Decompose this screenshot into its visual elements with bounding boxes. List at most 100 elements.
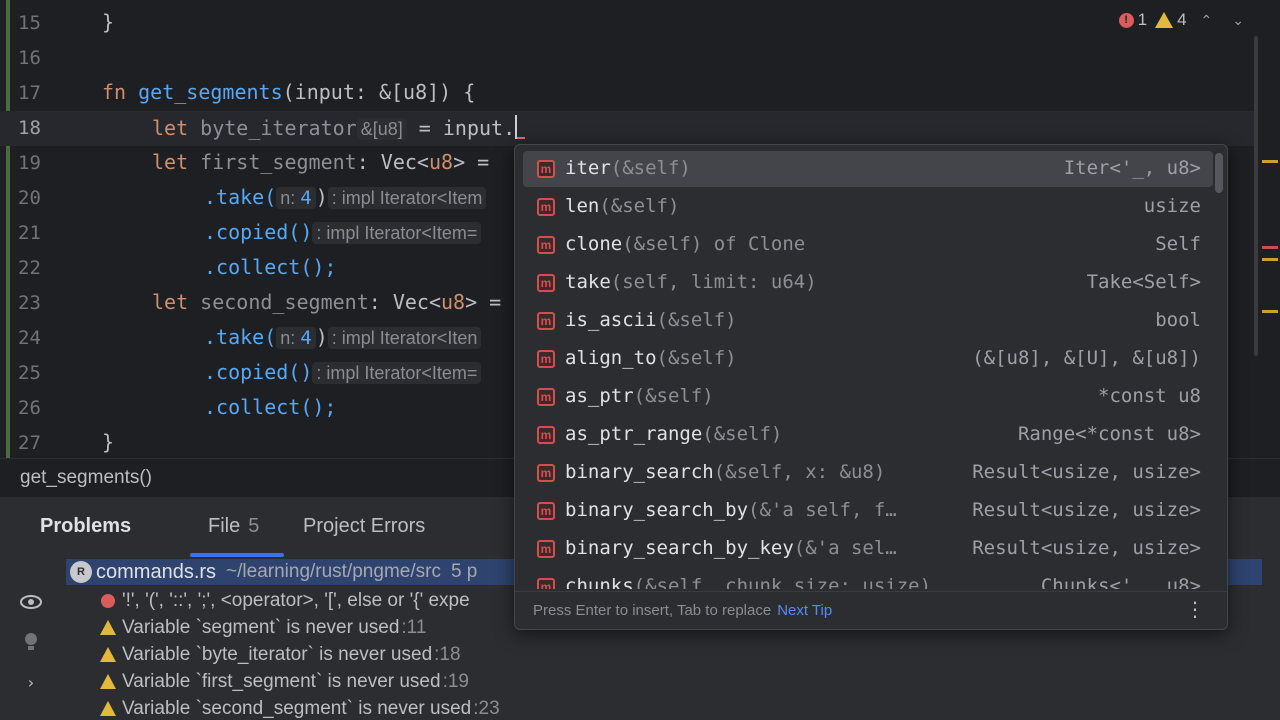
method-icon: m [537,426,555,444]
chevron-up-icon[interactable]: ⌃ [1195,12,1219,29]
problem-text: Variable `second_segment` is never used [122,697,472,719]
keyword: let [152,290,189,314]
breadcrumb-item[interactable]: get_segments() [20,467,152,489]
code-line[interactable]: 15 } [0,6,1254,41]
inspection-widget[interactable]: ! 1 4 ⌃ ⌄ [1118,8,1250,32]
completion-item[interactable]: m take(self, limit: u64) Take<Self> [523,265,1213,301]
completion-item[interactable]: m binary_search_by_key(&'a sel… Result<u… [523,531,1213,567]
problem-text: '!', '(', '::', ';', <operator>, '[', el… [122,589,470,611]
file-path: ~/learning/rust/pngme/src [226,561,441,582]
warning-stripe-mark[interactable] [1262,258,1278,261]
code-line-active[interactable]: 18 let byte_iterator &[u8] = input. [0,111,1254,146]
function-params: (input: &[u8]) { [282,80,476,104]
completion-popup[interactable]: m iter(&self) Iter<'_, u8> m len(&self) … [514,144,1228,630]
code-rest: : Vec< [356,150,429,174]
code-text: let second_segment: Vec<u8> = [152,290,501,314]
line-number: 17 [18,82,41,104]
lightbulb-icon[interactable] [18,629,44,655]
type-name: u8 [428,150,454,174]
problem-row-warning[interactable]: Variable `segment` is never used:11 [98,614,426,641]
problem-location: :11 [401,616,427,638]
error-icon [101,593,115,608]
method-icon: m [537,350,555,368]
problem-count: 5 p [450,561,478,582]
return-type: Result<usize, usize> [972,537,1201,559]
editor-scrollbar[interactable] [1254,36,1258,356]
error-stripe-mark[interactable] [1262,246,1278,249]
completion-item[interactable]: m clone(&self) of Clone Self [523,227,1213,263]
more-options-icon[interactable]: ⋮ [1185,598,1205,620]
warning-icon [100,620,116,635]
function-name: get_segments [138,80,283,104]
completion-scrollbar[interactable] [1215,153,1223,193]
return-type: Take<Self> [1086,271,1201,293]
completion-item[interactable]: m align_to(&self) (&[u8], &[U], &[u8]) [523,341,1213,377]
active-tab-indicator [190,553,284,557]
method-icon: m [537,312,555,330]
completion-item[interactable]: m len(&self) usize [523,189,1213,225]
footer-tip-text: Press Enter to insert, Tab to replace [533,602,772,619]
eye-icon[interactable] [18,589,44,615]
keyword: fn [102,80,127,104]
line-number: 20 [18,187,41,209]
variable-name: second_segment [200,290,369,314]
method-icon: m [537,160,555,178]
completion-item[interactable]: m binary_search(&self, x: &u8) Result<us… [523,455,1213,491]
return-type: bool [1155,309,1201,331]
completion-item[interactable]: m as_ptr(&self) *const u8 [523,379,1213,415]
completion-list[interactable]: m iter(&self) Iter<'_, u8> m len(&self) … [515,151,1215,589]
completion-item[interactable]: m as_ptr_range(&self) Range<*const u8> [523,417,1213,453]
method-icon: m [537,464,555,482]
code-text: .copied(): impl Iterator<Item= [204,220,482,244]
method-call: .take( [204,185,277,209]
code-text: let byte_iterator &[u8] = input. [152,115,526,140]
warning-stripe-mark[interactable] [1262,160,1278,163]
problems-toolbar: › [0,557,62,720]
method-call: .collect(); [204,255,337,279]
type-name: u8 [441,290,466,314]
completion-item[interactable]: m is_ascii(&self) bool [523,303,1213,339]
completion-item[interactable]: m binary_search_by(&'a self, f… Result<u… [523,493,1213,529]
code-rest: : Vec< [368,290,441,314]
problem-row-warning[interactable]: Variable `first_segment` is never used:1… [98,668,469,695]
problem-location: :18 [434,643,461,665]
chevron-down-icon[interactable]: ⌄ [1226,12,1250,29]
error-count[interactable]: ! 1 [1118,10,1147,30]
type-inlay-hint: : impl Iterator<Item= [312,222,482,244]
tab-project-errors[interactable]: Project Errors [303,515,425,538]
problem-row-warning[interactable]: Variable `byte_iterator` is never used:1… [98,641,461,668]
next-tip-link[interactable]: Next Tip [777,602,832,619]
problem-row-error[interactable]: '!', '(', '::', ';', <operator>, '[', el… [98,587,470,614]
code-rest: > = [465,290,502,314]
warning-icon [1155,12,1174,28]
problem-text: Variable `first_segment` is never used [122,670,441,692]
warning-count[interactable]: 4 [1155,10,1187,30]
problem-row-warning[interactable]: Variable `second_segment` is never used:… [98,695,500,720]
code-rest: > = [453,150,502,174]
code-line[interactable]: 17 fn get_segments(input: &[u8]) { [0,76,1254,111]
method-icon: m [537,274,555,292]
warning-icon [100,674,116,689]
line-number: 15 [18,12,41,34]
completion-item-selected[interactable]: m iter(&self) Iter<'_, u8> [523,151,1213,187]
return-type: (&[u8], &[U], &[u8]) [972,347,1201,369]
line-number: 23 [18,292,41,314]
method-icon: m [537,236,555,254]
param-inlay-hint: n: 4 [276,327,316,349]
type-inlay-hint: : impl Iterator<Item= [312,362,482,384]
return-type: usize [1143,195,1201,217]
file-name: commands.rs [96,560,217,583]
chevron-right-icon[interactable]: › [18,669,44,695]
code-text: } [102,10,115,34]
code-text: let first_segment: Vec<u8> = [152,150,501,174]
warning-stripe-mark[interactable] [1262,310,1278,313]
completion-item[interactable]: m chunks(&self, chunk_size: usize) Chunk… [523,569,1213,589]
line-number: 18 [18,117,41,139]
line-number: 21 [18,222,41,244]
code-line[interactable]: 16 [0,41,1254,76]
return-type: Iter<'_, u8> [1063,157,1201,179]
tab-problems[interactable]: Problems [40,515,131,538]
return-type: Self [1155,233,1201,255]
code-text: .take(n: 4): impl Iterator<Item [204,185,487,209]
tab-file[interactable]: File 5 [208,515,259,538]
